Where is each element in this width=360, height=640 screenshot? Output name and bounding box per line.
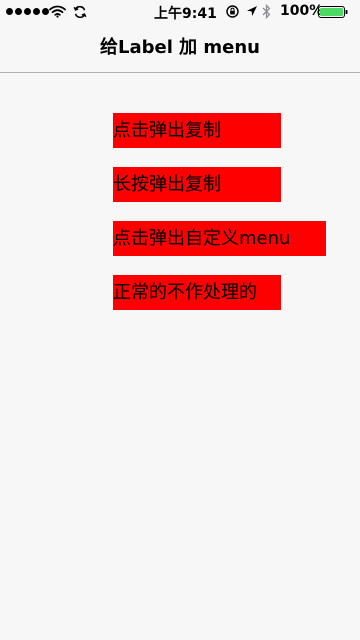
label-list: 点击弹出复制 长按弹出复制 点击弹出自定义menu 正常的不作处理的 — [113, 113, 343, 323]
nav-title: 给Label 加 menu — [99, 37, 260, 58]
signal-dot — [42, 8, 49, 15]
signal-dots-icon — [6, 8, 49, 15]
bluetooth-icon — [262, 4, 271, 19]
location-icon — [247, 6, 257, 16]
navigation-bar: 给Label 加 menu — [0, 24, 360, 73]
label-long-press-copy[interactable]: 长按弹出复制 — [113, 167, 281, 202]
sync-icon — [73, 5, 87, 19]
signal-dot — [24, 8, 31, 15]
signal-dot — [15, 8, 22, 15]
label-tap-copy[interactable]: 点击弹出复制 — [113, 113, 281, 148]
label-tap-custom-menu[interactable]: 点击弹出自定义menu — [113, 221, 326, 256]
label-normal: 正常的不作处理的 — [113, 275, 281, 310]
signal-dot — [33, 8, 40, 15]
status-bar: 上午9:41 100% — [0, 0, 360, 24]
battery-percent: 100% — [280, 3, 324, 19]
lock-rotation-icon — [226, 5, 239, 18]
signal-dot — [6, 8, 13, 15]
status-time: 上午9:41 — [154, 6, 217, 22]
battery-icon — [318, 6, 348, 18]
wifi-icon — [49, 5, 66, 18]
